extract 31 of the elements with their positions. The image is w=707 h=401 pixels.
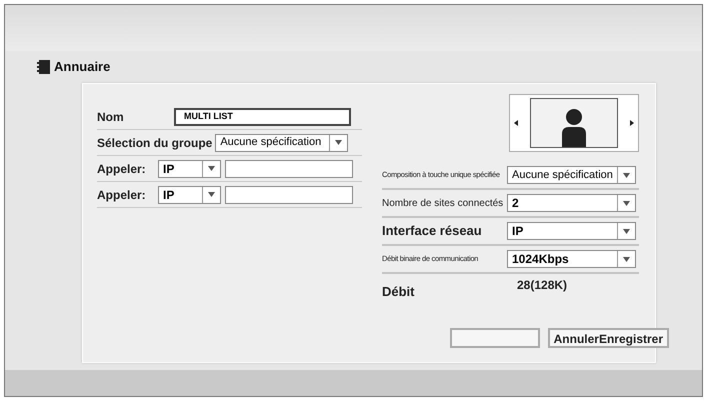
- field-label: Sélection du groupe: [97, 134, 212, 152]
- caret-icon: [623, 200, 630, 206]
- field-label: Interface réseau: [382, 222, 483, 240]
- window-title: Annuaire: [54, 58, 110, 76]
- address-input[interactable]: [225, 160, 353, 178]
- bitrate-value: 28(128K): [517, 277, 568, 294]
- right-arrow-icon[interactable]: [630, 120, 634, 126]
- left-arrow-icon[interactable]: [514, 120, 518, 126]
- caret-icon: [335, 140, 342, 145]
- caret-icon: [208, 166, 215, 171]
- cancel-save-button[interactable]: AnnulerEnregistrer: [548, 328, 669, 348]
- protocol-dropdown[interactable]: IP: [158, 160, 221, 178]
- dropdown-field[interactable]: Aucune spécification: [507, 166, 636, 184]
- field-label: Appeler:: [97, 160, 147, 178]
- field-label: Nombre de sites connectés: [382, 196, 504, 210]
- caret-icon: [208, 192, 215, 197]
- dropdown-field[interactable]: IP: [507, 222, 636, 240]
- caret-icon: [623, 172, 630, 178]
- dropdown-field[interactable]: 1024Kbps: [507, 250, 636, 268]
- field-label: Nom: [97, 110, 124, 124]
- protocol-dropdown[interactable]: IP: [158, 186, 221, 204]
- address-input[interactable]: [225, 186, 353, 204]
- person-icon: [559, 107, 589, 147]
- field-label: Appeler:: [97, 186, 147, 204]
- dropdown-field[interactable]: 2: [507, 194, 636, 212]
- field-label: Débit: [382, 283, 416, 301]
- caret-icon: [623, 228, 630, 234]
- name-input[interactable]: MULTI LIST: [174, 108, 351, 126]
- address-book-icon: [37, 60, 50, 74]
- caret-icon: [623, 256, 630, 262]
- dropdown-field[interactable]: Aucune spécification: [215, 134, 348, 152]
